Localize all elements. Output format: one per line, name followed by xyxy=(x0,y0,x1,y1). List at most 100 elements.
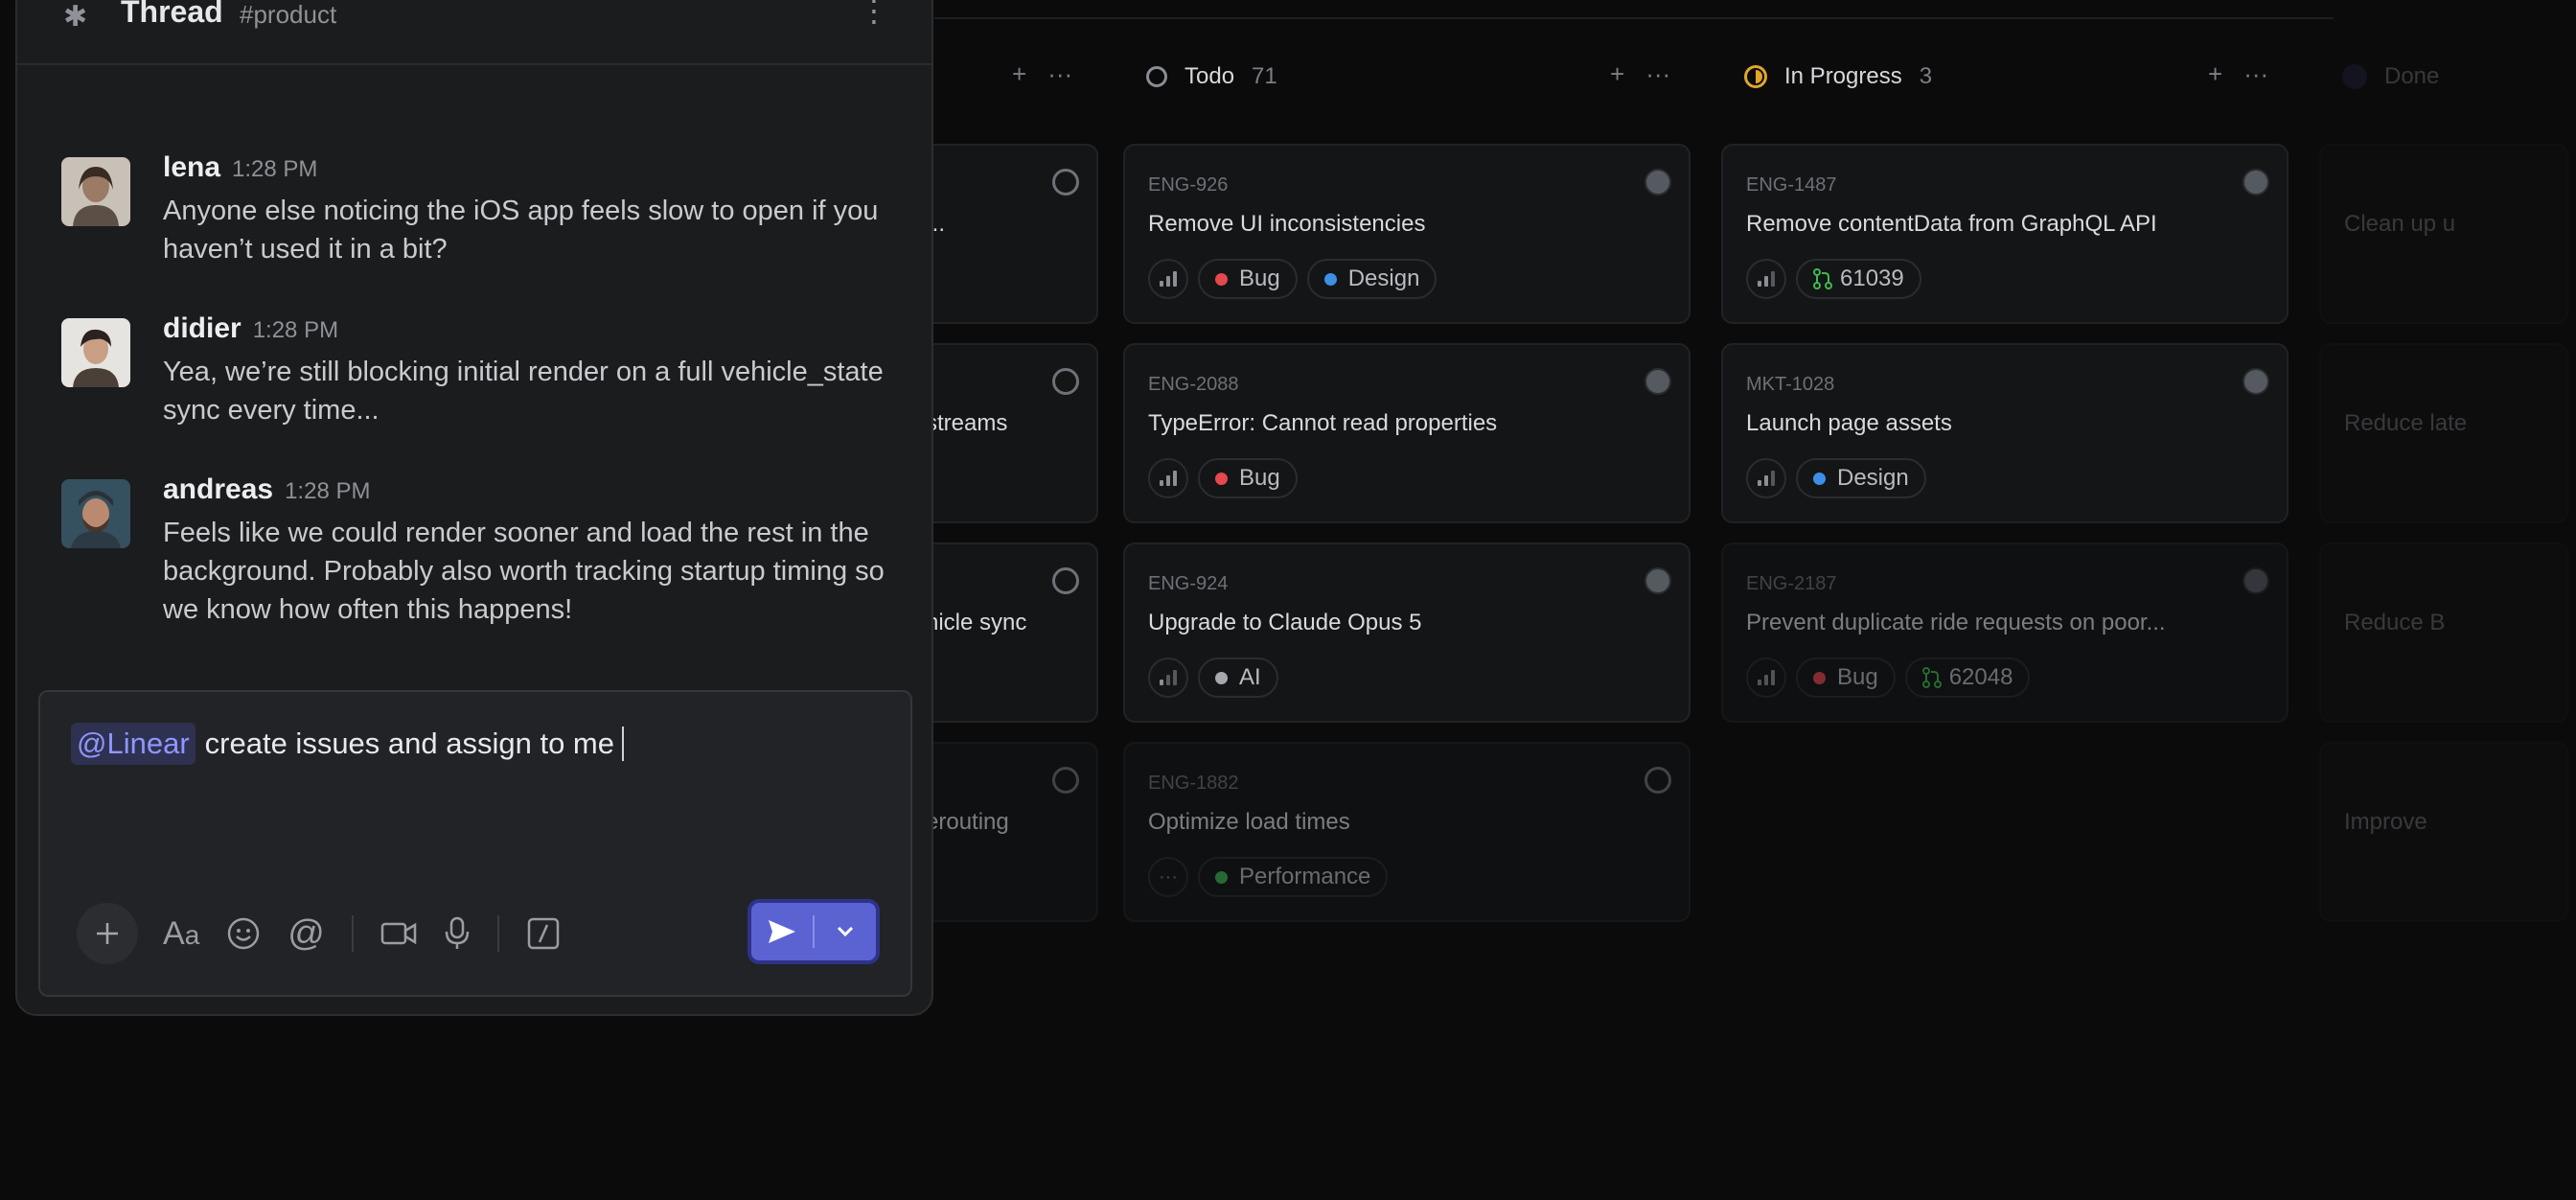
issue-card[interactable]: ENG-924 Upgrade to Claude Opus 5 AI xyxy=(1123,542,1690,723)
avatar[interactable] xyxy=(61,157,130,226)
label-name: Bug xyxy=(1837,664,1878,690)
thread-panel: ✱ Thread #product ⋮ lena 1:28 PM Anyone e… xyxy=(15,0,933,1016)
text-caret xyxy=(622,727,624,761)
assignee-avatar[interactable] xyxy=(1644,567,1671,594)
label-chip[interactable]: Bug xyxy=(1796,658,1896,698)
column-count: 3 xyxy=(1919,63,1933,89)
issue-title: Optimize load times xyxy=(1148,809,1350,835)
priority-bars-icon xyxy=(1758,670,1775,685)
chevron-down-icon xyxy=(837,926,854,937)
issue-card[interactable]: Reduce late xyxy=(2319,343,2568,523)
shortcuts-button[interactable] xyxy=(526,916,561,951)
pull-request-number: 61039 xyxy=(1840,265,1904,291)
send-options-button[interactable] xyxy=(815,925,876,938)
in-progress-status-icon xyxy=(1744,65,1767,88)
priority-bars-icon xyxy=(1160,670,1177,685)
channel-name[interactable]: #product xyxy=(240,0,336,30)
label-chip[interactable]: Bug xyxy=(1198,259,1298,299)
composer-input[interactable]: @Linear create issues and assign to me xyxy=(71,723,624,765)
message-text: Anyone else noticing the iOS app feels s… xyxy=(163,196,879,265)
unassigned-avatar-icon[interactable] xyxy=(1052,368,1079,395)
composer-text: create issues and assign to me xyxy=(204,727,614,760)
issue-title: streams xyxy=(926,410,1008,436)
issue-card[interactable]: MKT-1028 Launch page assets Design xyxy=(1721,343,2288,523)
message-text: Feels like we could render sooner and lo… xyxy=(163,518,885,625)
message-author[interactable]: lena 1:28 PM xyxy=(163,151,317,184)
mention-token[interactable]: @Linear xyxy=(71,723,196,765)
unassigned-avatar-icon[interactable] xyxy=(1052,567,1079,594)
issue-card[interactable]: ENG-2187 Prevent duplicate ride requests… xyxy=(1721,542,2288,723)
emoji-button[interactable] xyxy=(226,916,261,951)
issue-card[interactable]: ENG-1487 Remove contentData from GraphQL… xyxy=(1721,144,2288,324)
priority-chip[interactable] xyxy=(1148,259,1188,299)
assignee-avatar[interactable] xyxy=(1644,368,1671,395)
no-priority-chip[interactable]: ··· xyxy=(1148,857,1188,897)
priority-chip[interactable] xyxy=(1148,658,1188,698)
emoji-icon xyxy=(228,917,260,950)
assignee-avatar[interactable] xyxy=(1644,169,1671,196)
column-more-icon[interactable]: ··· xyxy=(1047,59,1072,89)
pull-request-icon xyxy=(1921,667,1942,688)
column-more-icon[interactable]: ··· xyxy=(2243,59,2268,89)
assignee-avatar[interactable] xyxy=(2242,368,2269,395)
priority-chip[interactable] xyxy=(1746,259,1786,299)
label-chip[interactable]: Design xyxy=(1306,259,1438,299)
priority-bars-icon xyxy=(1758,471,1775,486)
label-name: Design xyxy=(1837,465,1909,491)
issue-card[interactable]: Improve xyxy=(2319,742,2568,922)
formatting-button[interactable]: Aa xyxy=(163,915,199,953)
assignee-avatar[interactable] xyxy=(2242,567,2269,594)
issue-card[interactable]: Clean up u xyxy=(2319,144,2568,324)
avatar[interactable] xyxy=(61,318,130,387)
unassigned-avatar-icon[interactable] xyxy=(1052,767,1079,794)
message-timestamp: 1:28 PM xyxy=(232,156,318,182)
done-status-icon xyxy=(2342,64,2367,89)
assignee-avatar[interactable] xyxy=(2242,169,2269,196)
priority-bars-icon xyxy=(1160,271,1177,287)
message-timestamp: 1:28 PM xyxy=(285,478,371,504)
issue-title: Remove UI inconsistencies xyxy=(1148,211,1426,237)
label-chip[interactable]: Performance xyxy=(1198,857,1389,897)
issue-id: MKT-1028 xyxy=(1746,374,1835,395)
column-header-in-progress[interactable]: In Progress 3 + ··· xyxy=(1744,58,2281,96)
label-chip[interactable]: Bug xyxy=(1198,458,1298,498)
priority-chip[interactable] xyxy=(1746,658,1786,698)
audio-button[interactable] xyxy=(444,916,471,951)
avatar[interactable] xyxy=(61,479,130,548)
message-composer[interactable]: @Linear create issues and assign to me A… xyxy=(38,690,912,997)
label-name: AI xyxy=(1239,664,1261,690)
issue-title: Clean up u xyxy=(2344,211,2456,237)
label-chip[interactable]: AI xyxy=(1198,658,1278,698)
issue-card[interactable]: ENG-1882 Optimize load times ··· Perform… xyxy=(1123,742,1690,922)
mention-button[interactable]: @ xyxy=(288,913,325,955)
at-icon: @ xyxy=(288,912,325,954)
column-header-done[interactable]: Done xyxy=(2342,58,2439,96)
issue-id: ENG-2187 xyxy=(1746,573,1837,594)
more-options-icon[interactable]: ⋮ xyxy=(859,0,889,29)
issue-card[interactable]: ENG-926 Remove UI inconsistencies Bug De… xyxy=(1123,144,1690,324)
send-button[interactable] xyxy=(751,918,813,945)
column-more-icon[interactable]: ··· xyxy=(1645,59,1670,89)
label-name: Bug xyxy=(1239,265,1280,291)
priority-chip[interactable] xyxy=(1746,458,1786,498)
label-chip[interactable]: Design xyxy=(1796,458,1926,498)
unassigned-avatar-icon[interactable] xyxy=(1644,767,1671,794)
add-issue-icon[interactable]: + xyxy=(2208,59,2222,89)
issue-card[interactable]: ENG-2088 TypeError: Cannot read properti… xyxy=(1123,343,1690,523)
column-header-todo[interactable]: Todo 71 + ··· xyxy=(1146,58,1683,96)
unassigned-avatar-icon[interactable] xyxy=(1052,169,1079,196)
pull-request-chip[interactable]: 61039 xyxy=(1796,259,1921,299)
message-text: Yea, we’re still blocking initial render… xyxy=(163,357,884,426)
column-title: Todo xyxy=(1184,63,1235,89)
issue-title: Prevent duplicate ride requests on poor.… xyxy=(1746,610,2166,635)
message-author[interactable]: andreas 1:28 PM xyxy=(163,473,370,506)
pull-request-chip[interactable]: 62048 xyxy=(1904,658,2031,698)
message-author[interactable]: didier 1:28 PM xyxy=(163,312,338,345)
video-button[interactable] xyxy=(380,919,417,948)
issue-card[interactable]: Reduce B xyxy=(2319,542,2568,723)
add-issue-icon[interactable]: + xyxy=(1610,59,1624,89)
composer-toolbar: Aa @ xyxy=(77,903,587,964)
add-issue-icon[interactable]: + xyxy=(1012,59,1026,89)
priority-chip[interactable] xyxy=(1148,458,1188,498)
add-attachment-button[interactable] xyxy=(77,903,138,964)
